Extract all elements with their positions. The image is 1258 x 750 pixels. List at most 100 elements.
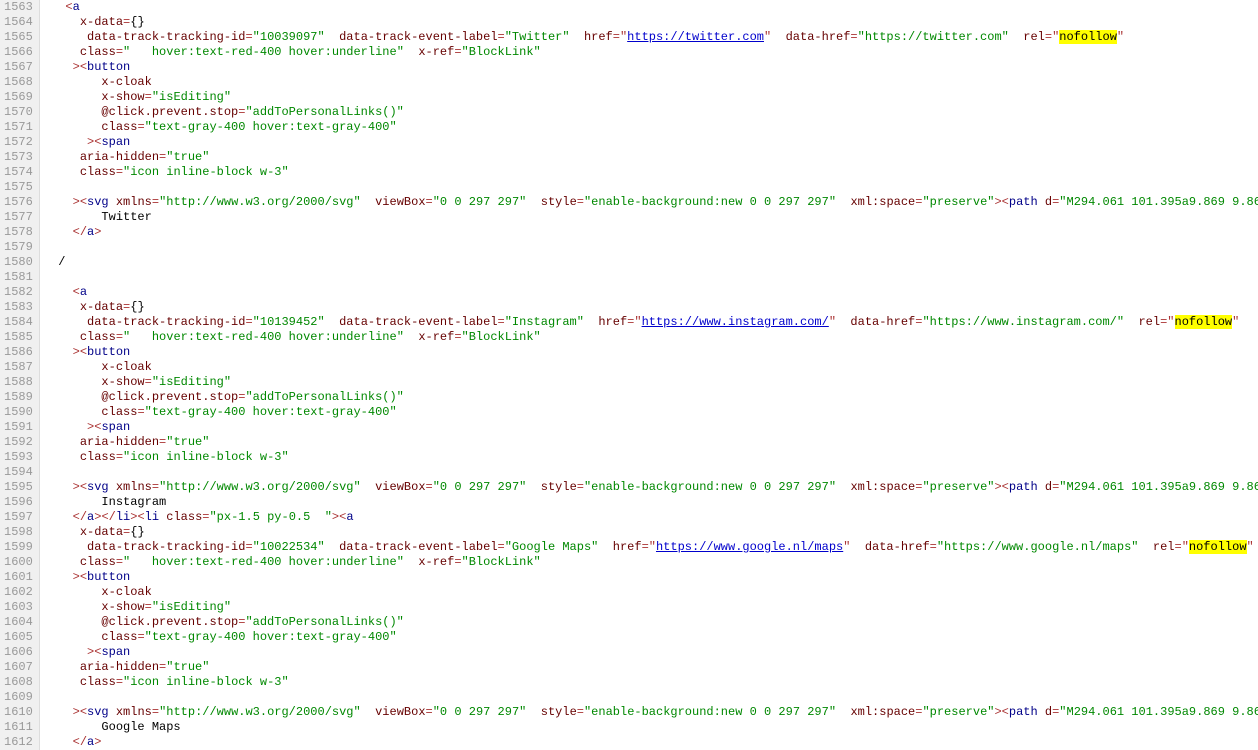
line-number: 1596 [4, 495, 33, 510]
line-number: 1564 [4, 15, 33, 30]
code-line[interactable] [44, 180, 1258, 195]
line-number: 1568 [4, 75, 33, 90]
code-line[interactable]: x-cloak [44, 585, 1258, 600]
line-number: 1570 [4, 105, 33, 120]
code-line[interactable]: x-show="isEditing" [44, 600, 1258, 615]
code-editor-content[interactable]: <a x-data={} data-track-tracking-id="100… [40, 0, 1258, 750]
line-number: 1578 [4, 225, 33, 240]
line-number: 1583 [4, 300, 33, 315]
line-number: 1579 [4, 240, 33, 255]
line-number: 1586 [4, 345, 33, 360]
code-line[interactable]: </a> [44, 735, 1258, 750]
line-number: 1606 [4, 645, 33, 660]
code-line[interactable]: x-show="isEditing" [44, 90, 1258, 105]
line-number: 1584 [4, 315, 33, 330]
code-line[interactable]: x-cloak [44, 360, 1258, 375]
code-line[interactable] [44, 270, 1258, 285]
line-number: 1603 [4, 600, 33, 615]
code-line[interactable]: ><button [44, 570, 1258, 585]
url-link: https://www.instagram.com/ [642, 315, 829, 329]
line-number: 1576 [4, 195, 33, 210]
code-line[interactable] [44, 240, 1258, 255]
search-highlight: nofollow [1059, 30, 1117, 44]
line-number: 1581 [4, 270, 33, 285]
line-number: 1589 [4, 390, 33, 405]
line-number: 1611 [4, 720, 33, 735]
code-line[interactable]: ><span [44, 420, 1258, 435]
line-number: 1608 [4, 675, 33, 690]
code-line[interactable]: class="text-gray-400 hover:text-gray-400… [44, 120, 1258, 135]
code-line[interactable]: Instagram [44, 495, 1258, 510]
code-line[interactable]: x-show="isEditing" [44, 375, 1258, 390]
line-number: 1588 [4, 375, 33, 390]
line-number: 1605 [4, 630, 33, 645]
line-number-gutter: 1563156415651566156715681569157015711572… [0, 0, 40, 750]
line-number: 1612 [4, 735, 33, 750]
code-line[interactable]: ><button [44, 345, 1258, 360]
code-line[interactable]: ><button [44, 60, 1258, 75]
url-link: https://www.google.nl/maps [656, 540, 843, 554]
line-number: 1601 [4, 570, 33, 585]
code-line[interactable]: aria-hidden="true" [44, 660, 1258, 675]
code-line[interactable]: class="icon inline-block w-3" [44, 165, 1258, 180]
code-line[interactable]: class=" hover:text-red-400 hover:underli… [44, 45, 1258, 60]
code-line[interactable]: ><svg xmlns="http://www.w3.org/2000/svg"… [44, 705, 1258, 720]
line-number: 1563 [4, 0, 33, 15]
code-line[interactable]: </a> [44, 225, 1258, 240]
line-number: 1582 [4, 285, 33, 300]
line-number: 1573 [4, 150, 33, 165]
line-number: 1600 [4, 555, 33, 570]
code-line[interactable]: data-track-tracking-id="10022534" data-t… [44, 540, 1258, 555]
code-line[interactable] [44, 690, 1258, 705]
code-line[interactable]: @click.prevent.stop="addToPersonalLinks(… [44, 615, 1258, 630]
line-number: 1594 [4, 465, 33, 480]
line-number: 1566 [4, 45, 33, 60]
code-line[interactable]: <a [44, 0, 1258, 15]
line-number: 1610 [4, 705, 33, 720]
line-number: 1585 [4, 330, 33, 345]
code-line[interactable]: @click.prevent.stop="addToPersonalLinks(… [44, 105, 1258, 120]
search-highlight: nofollow [1189, 540, 1247, 554]
code-line[interactable]: x-cloak [44, 75, 1258, 90]
line-number: 1565 [4, 30, 33, 45]
line-number: 1580 [4, 255, 33, 270]
line-number: 1590 [4, 405, 33, 420]
code-line[interactable]: <a [44, 285, 1258, 300]
code-line[interactable]: class=" hover:text-red-400 hover:underli… [44, 555, 1258, 570]
line-number: 1591 [4, 420, 33, 435]
code-line[interactable]: Google Maps [44, 720, 1258, 735]
code-line[interactable]: </a></li><li class="px-1.5 py-0.5 "><a [44, 510, 1258, 525]
code-line[interactable]: class="icon inline-block w-3" [44, 675, 1258, 690]
code-line[interactable]: class="icon inline-block w-3" [44, 450, 1258, 465]
code-line[interactable]: class="text-gray-400 hover:text-gray-400… [44, 405, 1258, 420]
code-line[interactable]: Twitter [44, 210, 1258, 225]
code-line[interactable]: x-data={} [44, 300, 1258, 315]
line-number: 1574 [4, 165, 33, 180]
code-line[interactable]: x-data={} [44, 15, 1258, 30]
line-number: 1567 [4, 60, 33, 75]
code-line[interactable]: data-track-tracking-id="10139452" data-t… [44, 315, 1258, 330]
code-line[interactable]: aria-hidden="true" [44, 435, 1258, 450]
code-line[interactable]: @click.prevent.stop="addToPersonalLinks(… [44, 390, 1258, 405]
code-line[interactable]: ><svg xmlns="http://www.w3.org/2000/svg"… [44, 195, 1258, 210]
line-number: 1595 [4, 480, 33, 495]
code-line[interactable]: ><span [44, 645, 1258, 660]
code-line[interactable]: ><span [44, 135, 1258, 150]
code-line[interactable]: aria-hidden="true" [44, 150, 1258, 165]
line-number: 1609 [4, 690, 33, 705]
code-line[interactable]: / [44, 255, 1258, 270]
code-line[interactable]: x-data={} [44, 525, 1258, 540]
line-number: 1598 [4, 525, 33, 540]
code-line[interactable]: class=" hover:text-red-400 hover:underli… [44, 330, 1258, 345]
line-number: 1592 [4, 435, 33, 450]
line-number: 1602 [4, 585, 33, 600]
line-number: 1572 [4, 135, 33, 150]
code-line[interactable]: ><svg xmlns="http://www.w3.org/2000/svg"… [44, 480, 1258, 495]
search-highlight: nofollow [1175, 315, 1233, 329]
line-number: 1577 [4, 210, 33, 225]
line-number: 1597 [4, 510, 33, 525]
code-line[interactable]: data-track-tracking-id="10039097" data-t… [44, 30, 1258, 45]
url-link: https://twitter.com [627, 30, 764, 44]
code-line[interactable]: class="text-gray-400 hover:text-gray-400… [44, 630, 1258, 645]
code-line[interactable] [44, 465, 1258, 480]
